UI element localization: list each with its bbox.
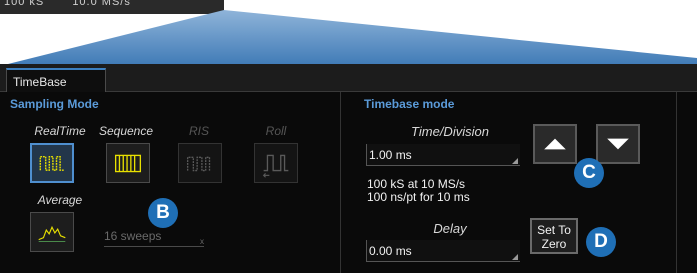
callout-c: C (574, 158, 604, 188)
timebase-up-button[interactable] (533, 124, 577, 164)
tab-timebase[interactable]: TimeBase (6, 68, 106, 93)
roll-waveform-icon (262, 154, 289, 178)
set-zero-line2: Zero (541, 237, 567, 251)
sweeps-field[interactable]: 16 sweeps x (104, 229, 204, 247)
sequence-label: Sequence (98, 124, 154, 138)
sequence-mode-button[interactable] (106, 143, 150, 183)
average-label: Average (37, 193, 83, 207)
realtime-label: RealTime (34, 124, 86, 138)
average-waveform-icon (38, 225, 66, 242)
callout-d: D (586, 227, 616, 257)
time-division-label: Time/Division (411, 124, 489, 139)
down-arrow-icon (607, 138, 629, 150)
ris-waveform-icon (186, 156, 211, 172)
field-corner-icon (512, 158, 518, 164)
delay-field[interactable]: 0.00 ms (366, 240, 520, 262)
time-division-field[interactable]: 1.00 ms (366, 144, 520, 166)
callout-b: B (148, 198, 178, 228)
set-zero-line1: Set To (537, 223, 571, 237)
ris-label: RIS (188, 124, 209, 138)
sequence-waveform-icon (114, 154, 142, 173)
section-divider (340, 92, 341, 273)
panel-content: Sampling Mode RealTime Sequence RIS Roll (0, 92, 697, 273)
sweeps-corner-mark: x (200, 237, 204, 246)
timebase-panel: TimeBase Sampling Mode RealTime Sequence… (0, 64, 697, 273)
set-to-zero-button[interactable]: Set To Zero (530, 218, 578, 254)
roll-label: Roll (265, 124, 287, 138)
timebase-down-button[interactable] (596, 124, 640, 164)
up-arrow-icon (544, 138, 566, 150)
sample-info-line2: 100 ns/pt for 10 ms (367, 190, 470, 204)
timebase-mode-title: Timebase mode (364, 97, 455, 111)
right-edge-divider (676, 92, 677, 273)
time-division-value: 1.00 ms (369, 148, 412, 162)
zoom-wedge (0, 10, 697, 66)
roll-mode-button[interactable] (254, 143, 298, 183)
ris-mode-button[interactable] (178, 143, 222, 183)
delay-label: Delay (433, 221, 467, 236)
sweeps-text: 16 sweeps (104, 229, 162, 243)
realtime-mode-button[interactable] (30, 143, 74, 183)
average-mode-button[interactable] (30, 212, 74, 252)
delay-value: 0.00 ms (369, 244, 412, 258)
realtime-waveform-icon (39, 155, 64, 171)
field-corner-icon (512, 254, 518, 260)
sampling-mode-title: Sampling Mode (10, 97, 99, 111)
tab-bar: TimeBase (0, 64, 697, 93)
